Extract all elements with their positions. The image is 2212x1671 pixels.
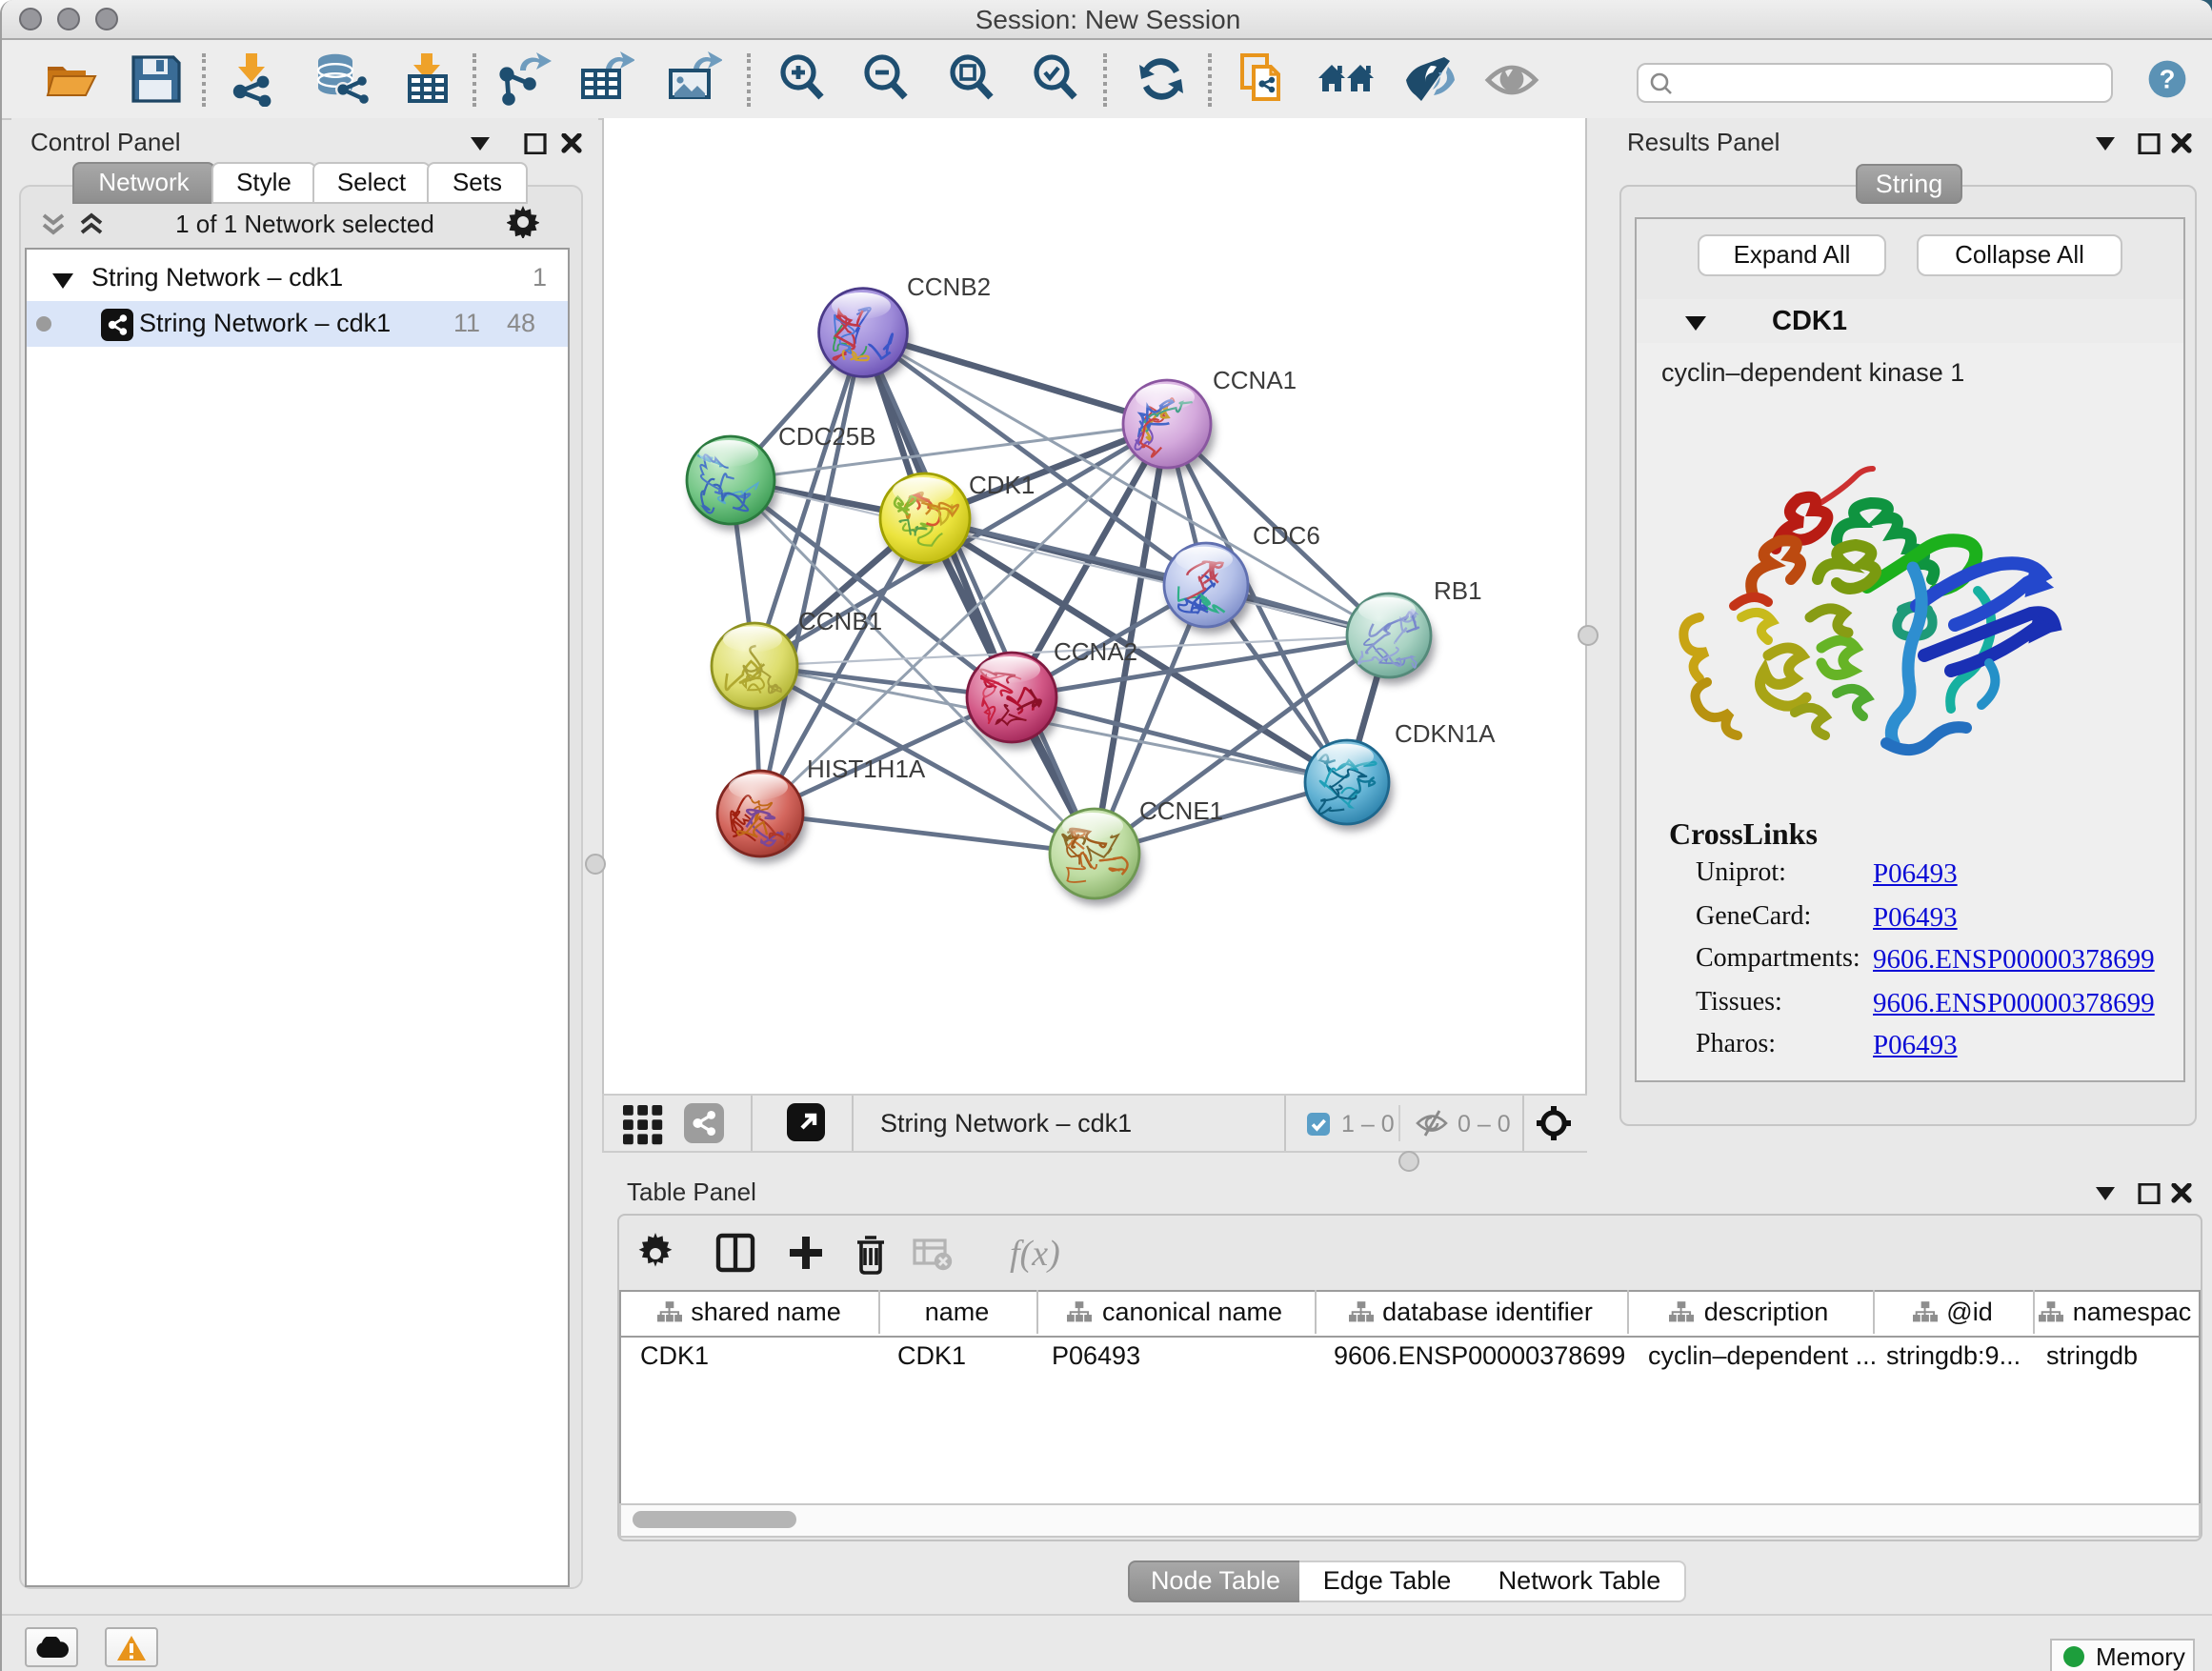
svg-text:CDKN1A: CDKN1A bbox=[1395, 719, 1496, 748]
svg-text:CCNA2: CCNA2 bbox=[1054, 637, 1137, 666]
svg-text:HIST1H1A: HIST1H1A bbox=[807, 755, 926, 783]
svg-text:CCNB2: CCNB2 bbox=[907, 272, 991, 301]
svg-text:CCNE1: CCNE1 bbox=[1139, 796, 1223, 825]
svg-text:CDC25B: CDC25B bbox=[778, 422, 876, 451]
svg-text:CDK1: CDK1 bbox=[969, 471, 1035, 499]
svg-text:RB1: RB1 bbox=[1434, 576, 1482, 605]
svg-text:?: ? bbox=[2160, 65, 2176, 94]
svg-text:CCNA1: CCNA1 bbox=[1213, 366, 1297, 394]
svg-text:f(x): f(x) bbox=[1010, 1234, 1060, 1274]
svg-text:CDC6: CDC6 bbox=[1253, 521, 1320, 550]
svg-text:CCNB1: CCNB1 bbox=[798, 607, 882, 635]
